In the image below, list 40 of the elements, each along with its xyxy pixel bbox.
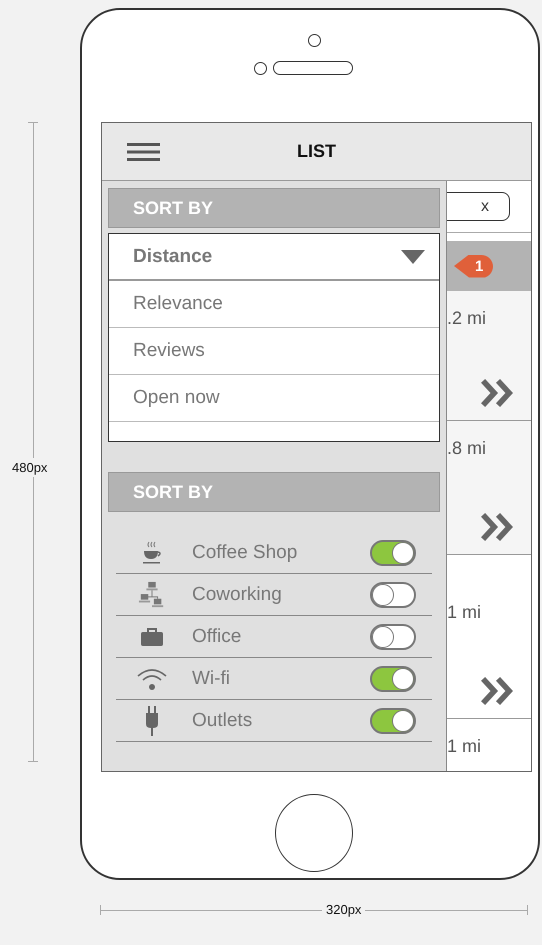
callout-badge: 1 bbox=[454, 254, 494, 278]
menu-icon[interactable] bbox=[127, 142, 160, 160]
briefcase-icon bbox=[140, 626, 164, 646]
double-chevron-icon[interactable] bbox=[481, 513, 515, 541]
camera-icon bbox=[308, 34, 321, 47]
sort-option[interactable]: Reviews bbox=[109, 328, 439, 375]
toggle-switch[interactable] bbox=[370, 708, 416, 734]
distance-text: 1 mi bbox=[447, 602, 482, 622]
sort-option[interactable]: Distance bbox=[109, 234, 439, 281]
section-heading: SORT BY bbox=[108, 472, 440, 512]
networked-computers-icon bbox=[138, 580, 166, 608]
filter-label: Wi-fi bbox=[192, 668, 231, 690]
height-dimension-label: 480px bbox=[12, 458, 48, 477]
double-chevron-icon[interactable] bbox=[481, 677, 515, 705]
screen-title: LIST bbox=[297, 141, 336, 162]
plug-icon bbox=[145, 706, 159, 736]
option-label: Reviews bbox=[133, 340, 205, 362]
toggle-switch[interactable] bbox=[370, 582, 416, 608]
sort-option[interactable]: Relevance bbox=[109, 281, 439, 328]
toggle-switch[interactable] bbox=[370, 540, 416, 566]
sensor-icon bbox=[254, 62, 267, 75]
option-label: Open now bbox=[133, 387, 220, 409]
filter-label: Outlets bbox=[192, 710, 254, 732]
filter-label: Coworking bbox=[192, 584, 283, 606]
toggle-switch[interactable] bbox=[370, 666, 416, 692]
filter-label: Coffee Shop bbox=[192, 542, 298, 564]
option-label: Distance bbox=[133, 246, 212, 268]
home-button[interactable] bbox=[275, 794, 353, 872]
speaker-icon bbox=[273, 61, 353, 75]
distance-text: .8 mi bbox=[447, 438, 486, 458]
sort-option[interactable]: Open now bbox=[109, 375, 439, 422]
wifi-icon bbox=[136, 666, 168, 690]
dropdown-caret-icon[interactable] bbox=[401, 250, 425, 264]
width-dimension-label: 320px bbox=[322, 902, 366, 917]
section-heading: SORT BY bbox=[108, 188, 440, 228]
filter-label: Office bbox=[192, 626, 242, 648]
toggle-switch[interactable] bbox=[370, 624, 416, 650]
option-label: Relevance bbox=[133, 293, 223, 315]
double-chevron-icon[interactable] bbox=[481, 379, 515, 407]
distance-text: .2 mi bbox=[447, 308, 486, 328]
